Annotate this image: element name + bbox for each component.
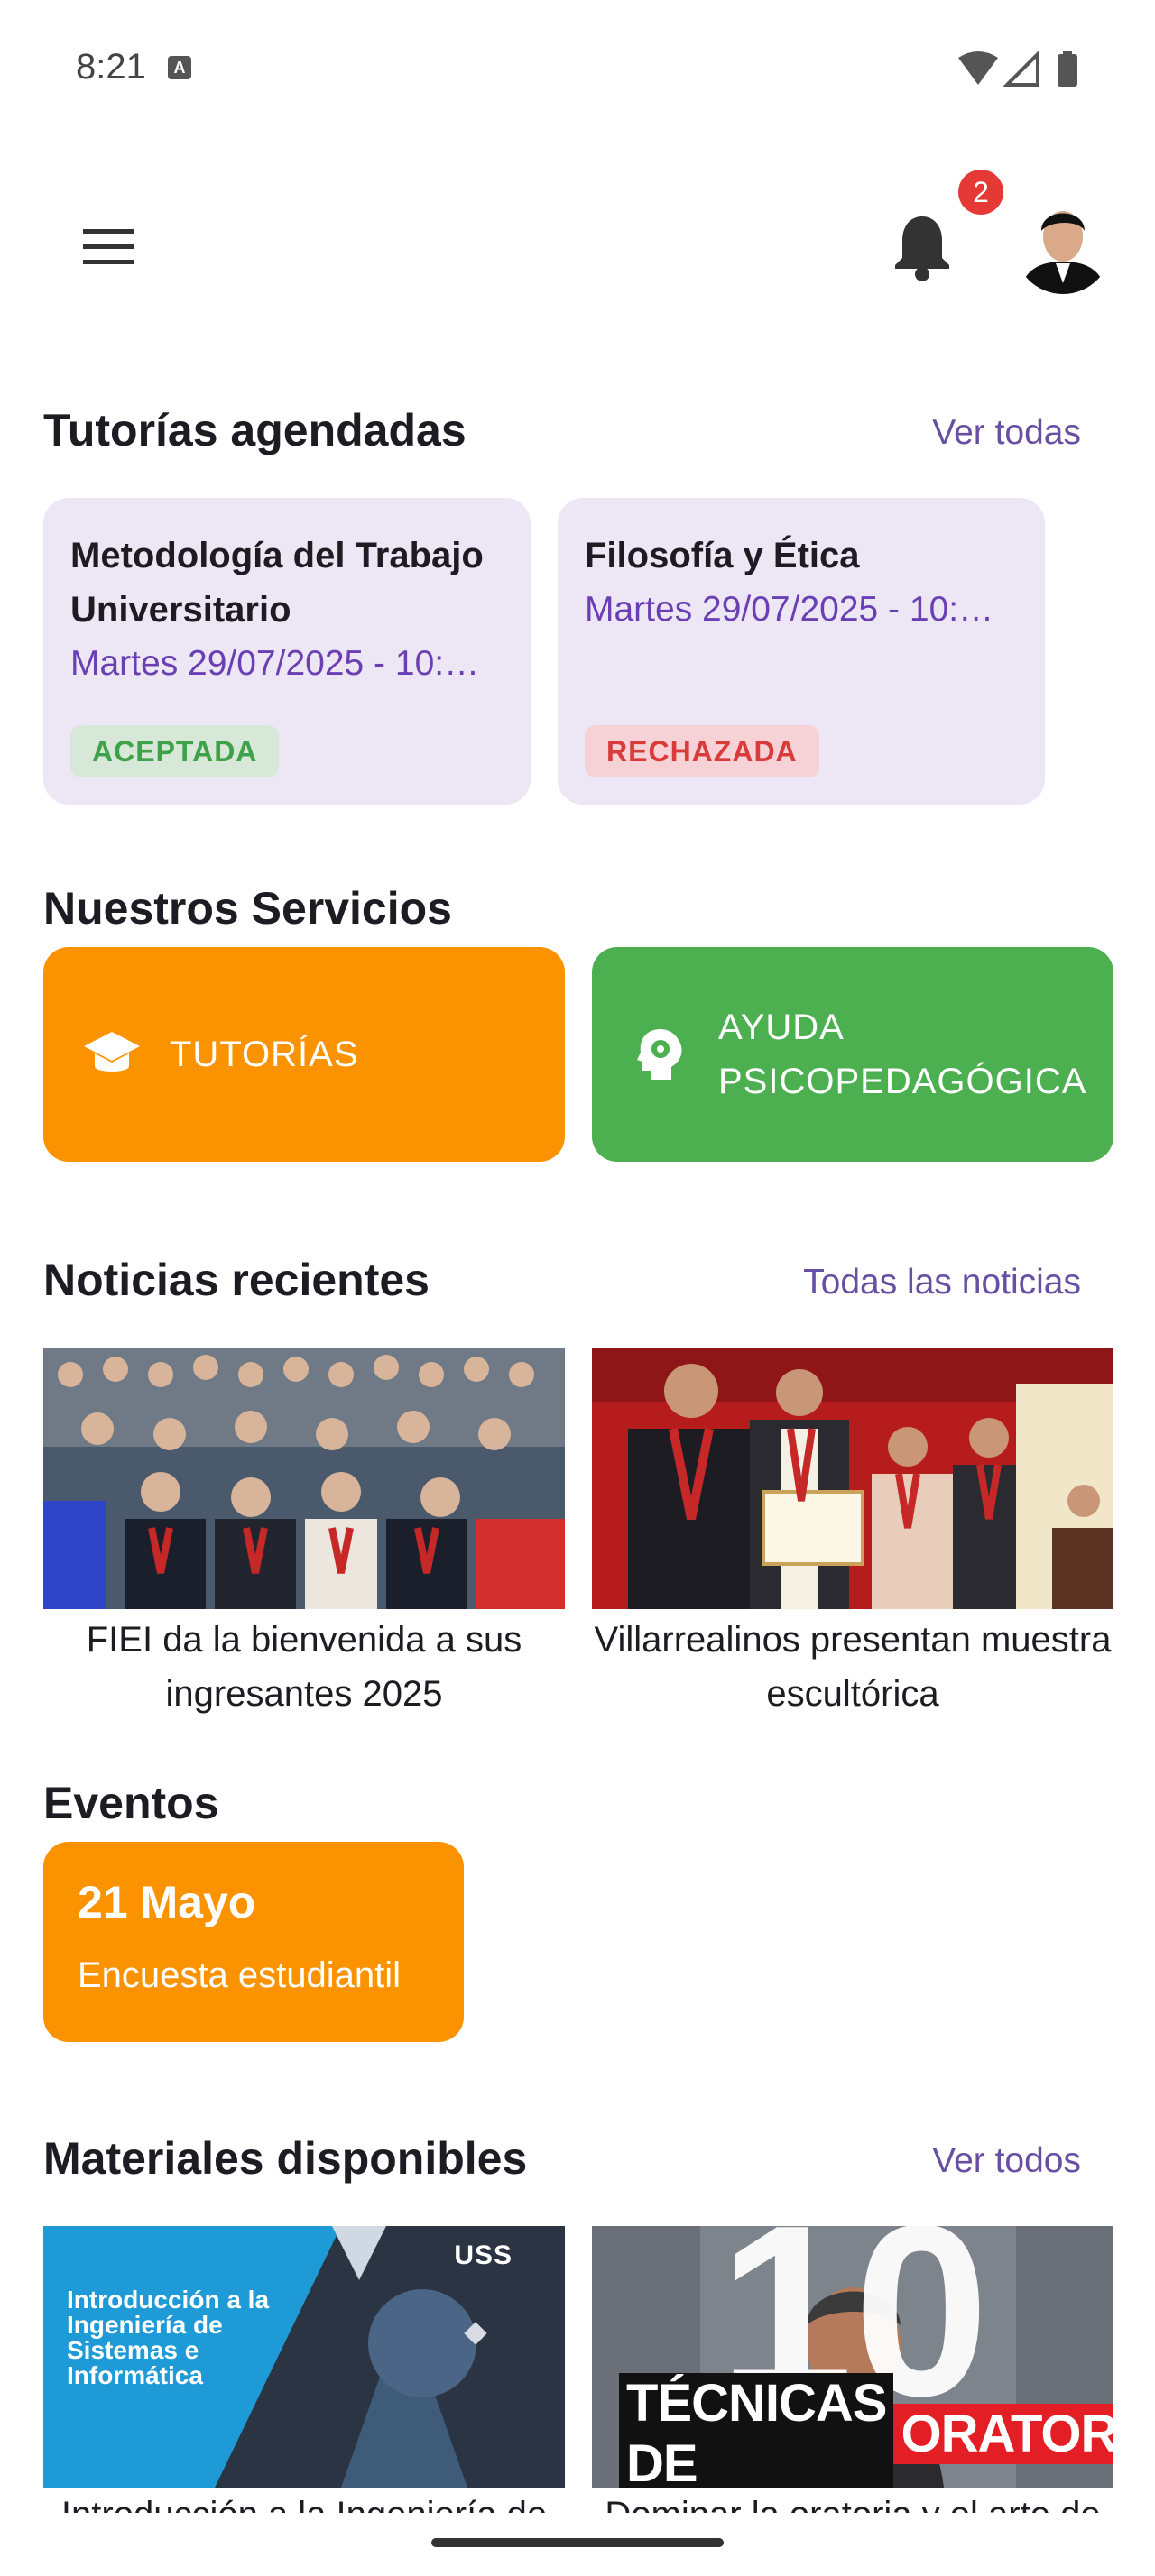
wifi-icon <box>958 51 998 85</box>
head-gear-icon <box>628 1022 693 1087</box>
material-thumb-text: Introducción a la Ingeniería de Sistemas… <box>67 2286 270 2389</box>
news-caption[interactable]: FIEI da la bienvenida a sus ingresantes … <box>43 1613 565 1721</box>
tutoria-title: Filosofía y Ética <box>585 536 860 575</box>
hamburger-menu-icon[interactable] <box>83 227 134 267</box>
home-indicator[interactable] <box>431 2538 724 2547</box>
status-badge-rejected: RECHAZADA <box>585 725 819 777</box>
tutorias-section-title: Tutorías agendadas <box>43 405 467 455</box>
notification-a-icon: A <box>168 56 191 79</box>
servicios-section-title: Nuestros Servicios <box>43 883 452 934</box>
service-tutorias-button[interactable]: TUTORÍAS <box>43 947 565 1162</box>
tutoria-title: Metodología del Trabajo Universitario <box>70 536 484 630</box>
tutoria-card[interactable]: Filosofía y Ética Martes 29/07/2025 - 10… <box>558 498 1045 805</box>
noticias-todas-link[interactable]: Todas las noticias <box>803 1263 1081 1302</box>
material-caption[interactable]: Introducción a la Ingeniería de Sistemas… <box>43 2488 565 2513</box>
status-icons <box>958 51 1077 87</box>
service-label: TUTORÍAS <box>170 1034 359 1074</box>
tutoria-date: Martes 29/07/2025 - 10:… <box>585 590 994 629</box>
status-badge-accepted: ACEPTADA <box>70 725 280 777</box>
noticias-section-title: Noticias recientes <box>43 1255 430 1305</box>
material-thumbnail-ingenieria[interactable]: Introducción a la Ingeniería de Sistemas… <box>43 2226 565 2488</box>
uss-logo: USS <box>454 2240 513 2270</box>
material-thumbnail-oratoria[interactable]: 10 TÉCNICAS DE ORATORIA <box>592 2226 1113 2488</box>
notifications-bell-icon[interactable] <box>893 213 951 281</box>
event-name: Encuesta estudiantil <box>78 1955 402 1995</box>
materiales-section-title: Materiales disponibles <box>43 2133 528 2184</box>
status-time: 8:21 <box>76 47 146 87</box>
news-image-muestra-escultorica[interactable] <box>592 1348 1113 1609</box>
tutorias-ver-todas-link[interactable]: Ver todas <box>932 413 1081 453</box>
graduation-cap-icon <box>79 1022 144 1087</box>
news-image-ingresantes[interactable] <box>43 1348 565 1609</box>
user-avatar[interactable] <box>1014 197 1112 294</box>
event-date: 21 Mayo <box>78 1877 256 1927</box>
materiales-ver-todos-link[interactable]: Ver todos <box>932 2141 1081 2181</box>
tutoria-card[interactable]: Metodología del Trabajo Universitario Ma… <box>43 498 531 805</box>
event-card[interactable]: 21 Mayo Encuesta estudiantil <box>43 1842 464 2042</box>
eventos-section-title: Eventos <box>43 1778 219 1828</box>
news-caption[interactable]: Villarrealinos presentan muestra escultó… <box>592 1613 1113 1721</box>
material-caption[interactable]: Dominar la oratoria y el arte de hablar … <box>592 2488 1113 2513</box>
signal-icon <box>1003 51 1040 87</box>
tutoria-date: Martes 29/07/2025 - 10:… <box>70 644 480 683</box>
battery-icon <box>1058 54 1077 87</box>
service-label: AYUDA PSICOPEDAGÓGICA <box>718 1007 1087 1101</box>
material-thumb-title: TÉCNICAS DE ORATORIA <box>619 2373 1113 2488</box>
service-ayuda-psicopedagogica-button[interactable]: AYUDA PSICOPEDAGÓGICA <box>592 947 1113 1162</box>
notifications-badge: 2 <box>958 170 1003 215</box>
